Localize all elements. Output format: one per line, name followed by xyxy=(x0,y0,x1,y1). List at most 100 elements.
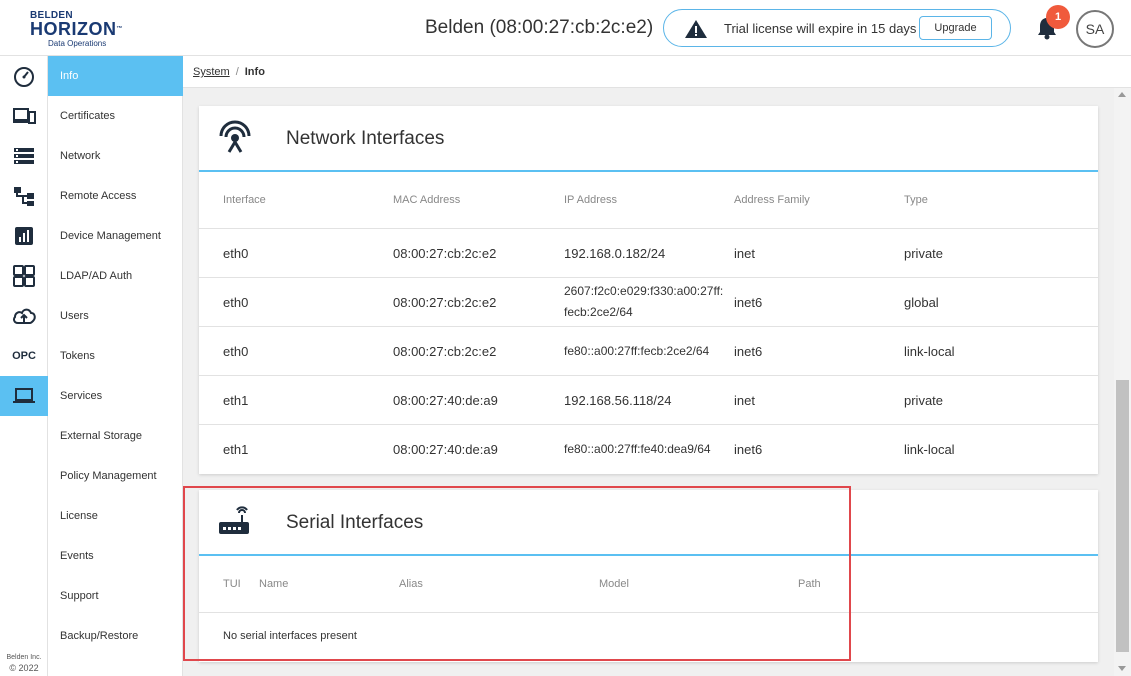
antenna-icon xyxy=(219,120,251,153)
logo-line2: HORIZON™ xyxy=(30,20,123,38)
menu-item-users[interactable]: Users xyxy=(48,296,183,336)
menu-item-remote-access[interactable]: Remote Access xyxy=(48,176,183,216)
cell-ip: 2607:f2c0:e029:f330:a00:27ff: xyxy=(564,284,724,298)
cell-type: private xyxy=(904,246,944,261)
cell-family: inet6 xyxy=(734,344,763,359)
cell-family: inet xyxy=(734,246,755,261)
icon-rail: OPC Belden Inc. © 2022 xyxy=(0,56,48,676)
menu-item-certificates[interactable]: Certificates xyxy=(48,96,183,136)
menu-item-tokens[interactable]: Tokens xyxy=(48,336,183,376)
logo-line3: Data Operations xyxy=(48,39,107,48)
menu-item-external-storage[interactable]: External Storage xyxy=(48,416,183,456)
rail-item-devices[interactable] xyxy=(0,96,48,136)
network-card-header: Network Interfaces xyxy=(199,106,1098,172)
cell-ip: fe80::a00:27ff:fecb:2ce2/64 xyxy=(564,344,710,358)
cell-mac: 08:00:27:40:de:a9 xyxy=(393,393,498,408)
cell-type: global xyxy=(904,295,939,310)
cell-interface: eth0 xyxy=(223,344,249,359)
cell-type: link-local xyxy=(904,344,955,359)
menu-item-license[interactable]: License xyxy=(48,496,183,536)
scroll-down-icon[interactable] xyxy=(1118,666,1126,671)
table-row: eth0 08:00:27:cb:2c:e2 fe80::a00:27ff:fe… xyxy=(199,326,1098,375)
highlight-box xyxy=(183,486,851,661)
cell-family: inet xyxy=(734,393,755,408)
belden-horizon-logo[interactable]: BELDEN HORIZON™ Data Operations xyxy=(30,10,123,48)
cell-interface: eth1 xyxy=(223,393,249,408)
system-menu: Info Certificates Network Remote Access … xyxy=(48,56,183,676)
breadcrumb: System / Info xyxy=(183,56,1131,88)
column-header-type: Type xyxy=(904,194,928,206)
rail-item-apps[interactable] xyxy=(0,256,48,296)
rail-item-opc[interactable]: OPC xyxy=(0,336,48,376)
breadcrumb-separator: / xyxy=(235,66,239,78)
page-scrollbar[interactable] xyxy=(1114,88,1131,676)
rail-item-charts[interactable] xyxy=(0,216,48,256)
table-row: eth1 08:00:27:40:de:a9 fe80::a00:27ff:fe… xyxy=(199,424,1098,473)
scroll-up-icon[interactable] xyxy=(1118,92,1126,97)
cell-type: private xyxy=(904,393,944,408)
network-interfaces-card: Network Interfaces Interface MAC Address… xyxy=(199,106,1098,474)
menu-item-events[interactable]: Events xyxy=(48,536,183,576)
footer-copyright: © 2022 xyxy=(9,663,39,673)
laptop-icon xyxy=(13,388,35,403)
column-header-interface: Interface xyxy=(223,194,266,206)
breadcrumb-system-link[interactable]: System xyxy=(193,66,230,78)
menu-item-network[interactable]: Network xyxy=(48,136,183,176)
menu-item-ldap-auth[interactable]: LDAP/AD Auth xyxy=(48,256,183,296)
breadcrumb-current: Info xyxy=(244,66,265,78)
rail-item-list[interactable] xyxy=(0,136,48,176)
opc-icon: OPC xyxy=(12,350,36,362)
notification-badge[interactable]: 1 xyxy=(1046,5,1070,29)
license-text: Trial license will expire in 15 days xyxy=(724,21,917,36)
menu-item-policy-management[interactable]: Policy Management xyxy=(48,456,183,496)
cell-interface: eth0 xyxy=(223,246,249,261)
copyright-footer: Belden Inc. © 2022 xyxy=(0,652,48,674)
column-header-mac: MAC Address xyxy=(393,194,461,206)
cell-mac: 08:00:27:cb:2c:e2 xyxy=(393,344,497,359)
speedometer-icon xyxy=(14,67,34,87)
cell-mac: 08:00:27:40:de:a9 xyxy=(393,442,498,457)
cell-interface: eth0 xyxy=(223,295,249,310)
table-row: eth1 08:00:27:40:de:a9 192.168.56.118/24… xyxy=(199,375,1098,424)
table-row: eth0 08:00:27:cb:2c:e2 192.168.0.182/24 … xyxy=(199,228,1098,277)
logo-brand: HORIZON xyxy=(30,19,117,39)
cell-mac: 08:00:27:cb:2c:e2 xyxy=(393,295,497,310)
grid-icon xyxy=(13,265,35,287)
menu-item-backup-restore[interactable]: Backup/Restore xyxy=(48,616,183,656)
column-header-family: Address Family xyxy=(734,194,810,206)
rail-item-dashboard[interactable] xyxy=(0,56,48,96)
menu-item-device-management[interactable]: Device Management xyxy=(48,216,183,256)
menu-item-services[interactable]: Services xyxy=(48,376,183,416)
user-avatar[interactable]: SA xyxy=(1076,10,1114,48)
cell-ip-continued: fecb:2ce2/64 xyxy=(564,305,633,319)
column-header-ip: IP Address xyxy=(564,194,617,206)
devices-icon xyxy=(13,108,36,124)
hierarchy-icon xyxy=(14,187,34,206)
table-row: eth0 08:00:27:cb:2c:e2 2607:f2c0:e029:f3… xyxy=(199,277,1098,326)
rail-item-cloud[interactable] xyxy=(0,296,48,336)
device-title: Belden (08:00:27:cb:2c:e2) xyxy=(425,17,654,38)
license-banner: Trial license will expire in 15 days Upg… xyxy=(663,9,1011,47)
footer-company: Belden Inc. xyxy=(6,654,42,661)
warning-icon xyxy=(685,20,707,38)
scroll-thumb[interactable] xyxy=(1116,380,1129,652)
cell-interface: eth1 xyxy=(223,442,249,457)
top-header: BELDEN HORIZON™ Data Operations Belden (… xyxy=(0,0,1131,56)
cell-ip: fe80::a00:27ff:fe40:dea9/64 xyxy=(564,442,711,456)
rail-item-system[interactable] xyxy=(0,376,48,416)
logo-trademark: ™ xyxy=(116,26,123,32)
rail-item-hierarchy[interactable] xyxy=(0,176,48,216)
cell-mac: 08:00:27:cb:2c:e2 xyxy=(393,246,497,261)
cell-ip: 192.168.0.182/24 xyxy=(564,246,666,261)
list-icon xyxy=(14,148,34,164)
menu-item-info[interactable]: Info xyxy=(48,56,183,96)
cell-type: link-local xyxy=(904,442,955,457)
cell-ip: 192.168.56.118/24 xyxy=(564,393,672,408)
upgrade-button[interactable]: Upgrade xyxy=(919,16,992,40)
network-card-title: Network Interfaces xyxy=(286,128,445,149)
chart-icon xyxy=(15,227,33,245)
cell-family: inet6 xyxy=(734,295,763,310)
menu-item-support[interactable]: Support xyxy=(48,576,183,616)
cell-family: inet6 xyxy=(734,442,763,457)
cloud-upload-icon xyxy=(13,308,36,324)
